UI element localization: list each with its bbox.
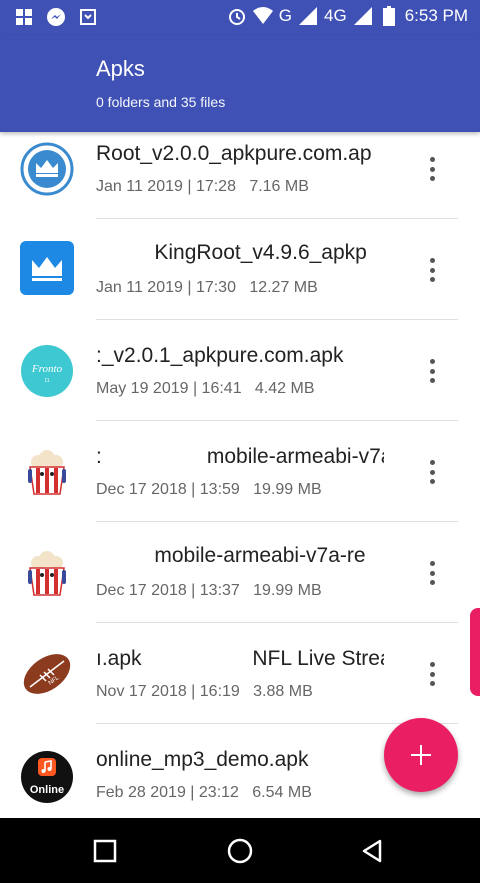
online-icon-label: Online <box>30 784 64 796</box>
recent-apps-button[interactable] <box>90 836 120 866</box>
fronto-app-icon: Fronto 11 <box>20 344 74 398</box>
page-title: Apks <box>96 56 145 81</box>
file-meta: Jan 11 2019 | 17:28 7.16 MB <box>96 178 309 195</box>
divider <box>96 521 458 522</box>
svg-text:Fronto: Fronto <box>31 363 63 375</box>
file-list[interactable]: Root_v2.0.0_apkpure.com.ap Jan 11 2019 |… <box>0 132 480 818</box>
signal-icon-2 <box>353 6 373 26</box>
more-options-icon[interactable] <box>422 154 442 184</box>
popcorn-app-icon <box>20 546 74 600</box>
windows-icon <box>14 7 34 27</box>
file-meta: Feb 28 2019 | 23:12 6.54 MB <box>96 784 312 801</box>
svg-text:11: 11 <box>44 378 49 384</box>
file-meta: Dec 17 2018 | 13:59 19.99 MB <box>96 481 322 498</box>
signal-icon <box>298 6 318 26</box>
wifi-icon <box>252 6 273 26</box>
home-button[interactable] <box>225 836 255 866</box>
notification-icons <box>14 7 98 27</box>
side-drawer-handle[interactable] <box>470 608 480 696</box>
download-box-icon <box>78 7 98 27</box>
file-name: : mobile-armeabi-v7a <box>96 445 384 468</box>
network-type-label: G <box>278 6 292 25</box>
folder-file-count: 0 folders and 35 files <box>96 94 226 110</box>
alarm-icon <box>227 6 247 26</box>
online-music-app-icon: Online <box>20 750 74 804</box>
more-options-icon[interactable] <box>422 255 442 285</box>
file-name: KingRoot_v4.9.6_apkp <box>96 241 367 264</box>
divider <box>96 622 458 623</box>
divider <box>96 319 458 320</box>
file-meta: Jan 11 2019 | 17:30 12.27 MB <box>96 279 318 296</box>
navigation-bar <box>0 818 480 883</box>
file-name: online_mp3_demo.apk <box>96 748 309 771</box>
triangle-back-icon <box>362 839 382 863</box>
battery-icon <box>379 6 399 26</box>
system-status: G 4G 6:53 PM <box>227 6 468 26</box>
file-name: mobile-armeabi-v7a-re <box>96 544 366 567</box>
more-options-icon[interactable] <box>422 356 442 386</box>
more-options-icon[interactable] <box>422 457 442 487</box>
divider <box>96 218 458 219</box>
add-button[interactable] <box>384 718 458 792</box>
circle-icon <box>227 838 253 864</box>
status-bar: G 4G 6:53 PM <box>0 0 480 36</box>
file-name: :_v2.0.1_apkpure.com.apk <box>96 344 344 367</box>
back-button[interactable] <box>358 836 388 866</box>
clock: 6:53 PM <box>404 6 468 25</box>
file-name: ı.apk NFL Live Strea <box>96 647 384 670</box>
divider <box>96 420 458 421</box>
file-meta: Nov 17 2018 | 16:19 3.88 MB <box>96 683 313 700</box>
plus-icon <box>411 745 431 765</box>
network-type-label-2: 4G <box>324 6 347 25</box>
more-options-icon[interactable] <box>422 558 442 588</box>
square-icon <box>93 839 117 863</box>
kingroot-crown-app-icon <box>20 241 74 295</box>
file-meta: Dec 17 2018 | 13:37 19.99 MB <box>96 582 322 599</box>
file-name: Root_v2.0.0_apkpure.com.ap <box>96 142 372 165</box>
more-options-icon[interactable] <box>422 659 442 689</box>
nfl-football-app-icon: NFL <box>20 647 74 701</box>
popcorn-app-icon <box>20 445 74 499</box>
circle-crown-app-icon <box>20 142 74 196</box>
app-bar: Apks 0 folders and 35 files <box>0 36 480 132</box>
messenger-icon <box>46 7 66 27</box>
file-meta: May 19 2019 | 16:41 4.42 MB <box>96 380 315 397</box>
